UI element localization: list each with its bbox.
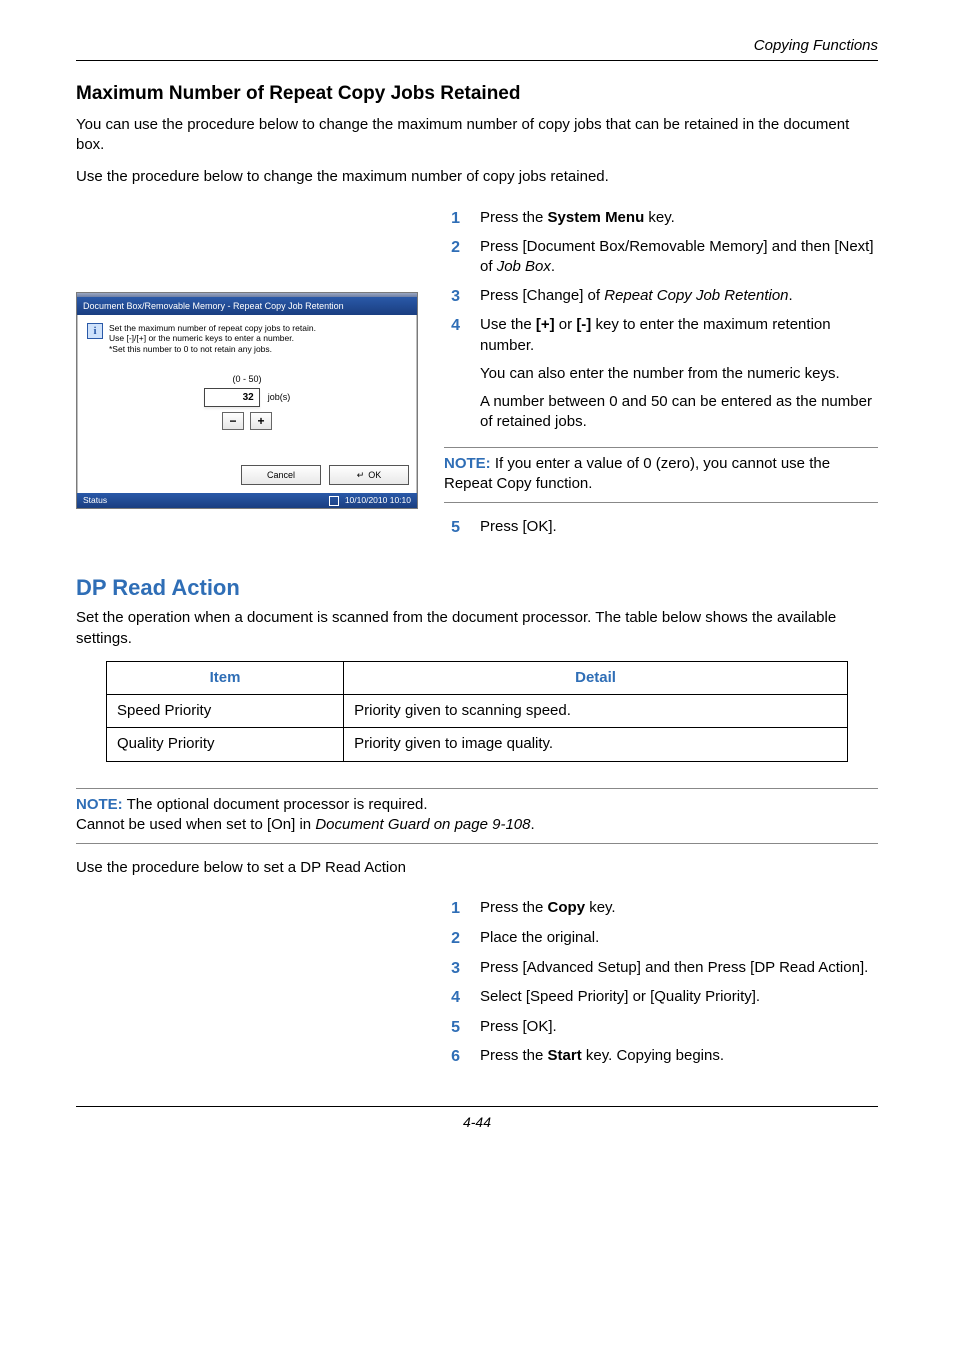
settings-table: Item Detail Speed Priority Priority give…: [106, 661, 848, 762]
section2-para: Set the operation when a document is sca…: [76, 608, 878, 649]
section1-title: Maximum Number of Repeat Copy Jobs Retai…: [76, 81, 878, 107]
footer-rule: [76, 1106, 878, 1107]
plus-button[interactable]: +: [250, 412, 272, 430]
step-2: 2 Press [Document Box/Removable Memory] …: [444, 237, 878, 278]
th-detail: Detail: [344, 661, 848, 694]
dialog-title: Document Box/Removable Memory - Repeat C…: [77, 297, 417, 315]
step-1: 1 Press the System Menu key.: [444, 208, 878, 230]
para-dp-read: Use the procedure below to set a DP Read…: [76, 858, 878, 878]
dp-step-6: 6 Press the Start key. Copying begins.: [444, 1046, 878, 1068]
section1-para1: You can use the procedure below to chang…: [76, 115, 878, 156]
status-label: Status: [83, 495, 107, 506]
info-icon: i: [87, 323, 103, 339]
dialog-unit: job(s): [268, 391, 291, 403]
running-header: Copying Functions: [76, 36, 878, 56]
ok-button[interactable]: ↵ OK: [329, 465, 409, 485]
step-5: 5 Press [OK].: [444, 517, 878, 539]
section1-para2: Use the procedure below to change the ma…: [76, 167, 878, 187]
dp-step-2: 2 Place the original.: [444, 928, 878, 950]
table-row: Speed Priority Priority given to scannin…: [107, 695, 848, 728]
dp-step-3: 3 Press [Advanced Setup] and then Press …: [444, 958, 878, 980]
section2-title: DP Read Action: [76, 573, 878, 603]
dialog-value[interactable]: 32: [204, 388, 260, 408]
dialog-info-text: Set the maximum number of repeat copy jo…: [109, 323, 316, 355]
status-icon: [329, 496, 339, 506]
note-box-2: NOTE: The optional document processor is…: [76, 788, 878, 845]
dp-step-5: 5 Press [OK].: [444, 1017, 878, 1039]
th-item: Item: [107, 661, 344, 694]
page-number: 4-44: [76, 1113, 878, 1132]
status-timestamp: 10/10/2010 10:10: [345, 495, 411, 506]
note-box-1: NOTE: If you enter a value of 0 (zero), …: [444, 447, 878, 504]
dialog-window: Document Box/Removable Memory - Repeat C…: [76, 292, 418, 510]
cancel-button[interactable]: Cancel: [241, 465, 321, 485]
step-4: 4 Use the [+] or [-] key to enter the ma…: [444, 315, 878, 432]
step-3: 3 Press [Change] of Repeat Copy Job Rete…: [444, 286, 878, 308]
dp-step-4: 4 Select [Speed Priority] or [Quality Pr…: [444, 987, 878, 1009]
table-row: Quality Priority Priority given to image…: [107, 728, 848, 761]
header-rule: [76, 60, 878, 61]
minus-button[interactable]: −: [222, 412, 244, 430]
dp-step-1: 1 Press the Copy key.: [444, 898, 878, 920]
dialog-range: (0 - 50): [232, 373, 261, 385]
